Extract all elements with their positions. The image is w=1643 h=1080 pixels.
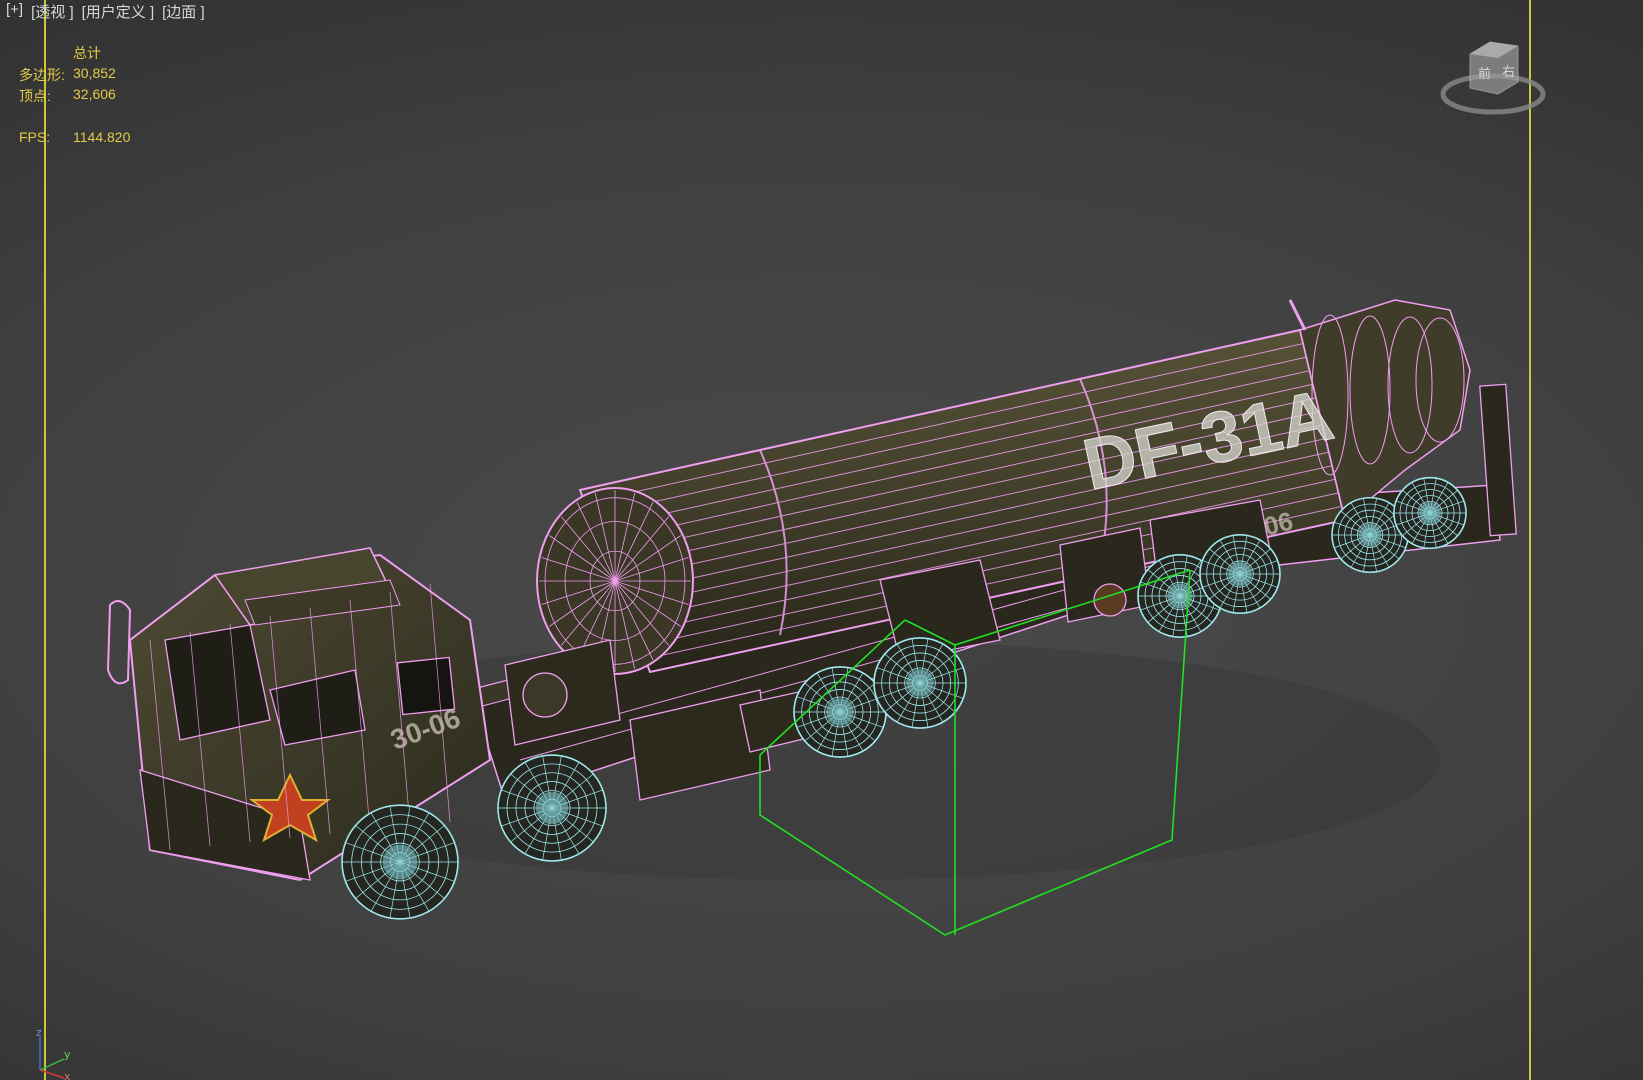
axis-y-label: y — [64, 1048, 71, 1061]
viewport-view-menu[interactable]: [透视 ] — [31, 1, 74, 22]
safe-frame-left — [44, 0, 46, 1080]
wheel — [341, 804, 459, 920]
viewcube[interactable]: 前 右 — [1438, 36, 1548, 116]
axis-z-label: z — [36, 1026, 42, 1039]
wheel — [1393, 476, 1467, 550]
axis-x-label: x — [64, 1070, 71, 1080]
viewport-shading-menu[interactable]: [边面 ] — [162, 1, 205, 22]
viewcube-face-right[interactable]: 右 — [1502, 65, 1515, 80]
safe-frame-right — [1529, 0, 1531, 1080]
wheel — [497, 754, 607, 862]
vertices-label: 顶点: — [19, 88, 51, 104]
wheel — [1199, 533, 1281, 614]
fps-label: FPS: — [19, 129, 51, 145]
fps-value: 1144.820 — [73, 129, 131, 145]
wheel — [873, 637, 967, 729]
stats-header: 总计 — [73, 45, 101, 61]
scene-render[interactable]: DF-31A 30-06 30-06 — [0, 0, 1643, 1080]
end-cap-wireframe — [539, 490, 691, 672]
polygons-value: 30,852 — [73, 65, 116, 81]
perspective-viewport[interactable]: [+] [透视 ] [用户定义 ] [边面 ] 总计 多边形: 30,852 顶… — [0, 0, 1643, 1080]
polygons-label: 多边形: — [19, 67, 65, 83]
axis-gizmo: z y x — [36, 1026, 71, 1080]
vertices-value: 32,606 — [73, 86, 116, 102]
viewport-custom-menu[interactable]: [用户定义 ] — [82, 1, 155, 22]
viewcube-face-front[interactable]: 前 — [1478, 66, 1491, 82]
viewport-plus-menu[interactable]: [+] — [6, 1, 23, 22]
viewport-label-menu: [+] [透视 ] [用户定义 ] [边面 ] — [6, 1, 205, 22]
